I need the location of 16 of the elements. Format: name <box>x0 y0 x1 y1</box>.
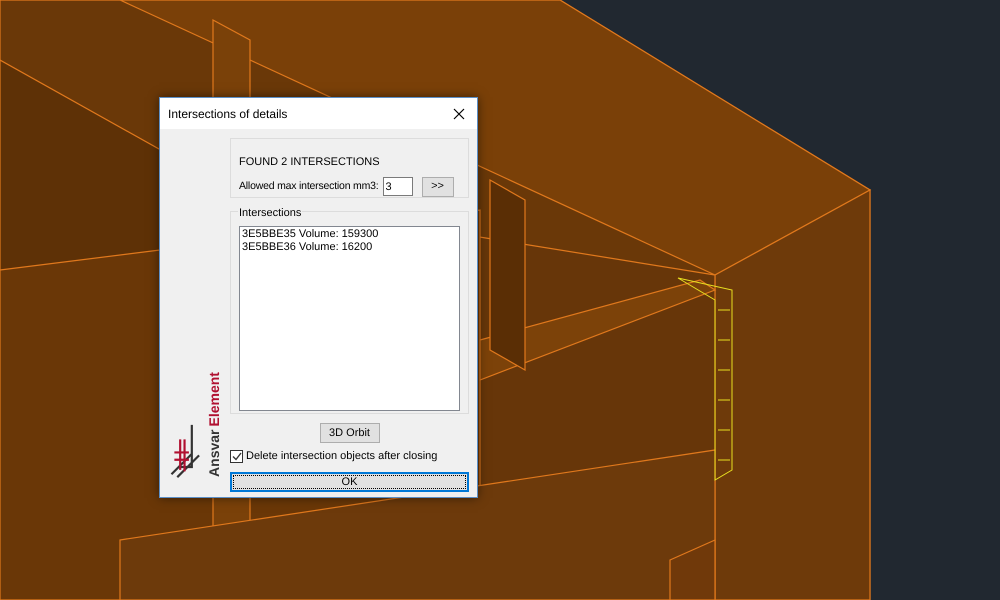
orbit-button[interactable]: 3D Orbit <box>320 423 380 443</box>
apply-button[interactable]: >> <box>422 176 454 196</box>
summary-text: FOUND 2 INTERSECTIONS <box>239 155 381 170</box>
close-icon <box>453 108 465 120</box>
intersections-list[interactable]: 3E5BBE35 Volume: 159300 3E5BBE36 Volume: 16200 <box>239 226 460 411</box>
checkmark-icon <box>232 452 242 461</box>
window-title: Intersections of details <box>168 106 288 122</box>
list-item[interactable]: 3E5BBE35 Volume: 159300 <box>242 228 457 241</box>
list-item[interactable]: 3E5BBE36 Volume: 16200 <box>242 241 457 254</box>
logo-text: Ansvar <box>204 429 222 476</box>
ok-button[interactable]: OK <box>230 472 469 492</box>
threshold-label: Allowed max intersection mm3: <box>239 178 379 194</box>
checkbox[interactable] <box>230 450 243 463</box>
threshold-input[interactable]: 3 <box>382 177 413 196</box>
logo-text: Element <box>204 372 222 426</box>
checkbox-label: Delete intersection objects after closing <box>246 449 438 464</box>
